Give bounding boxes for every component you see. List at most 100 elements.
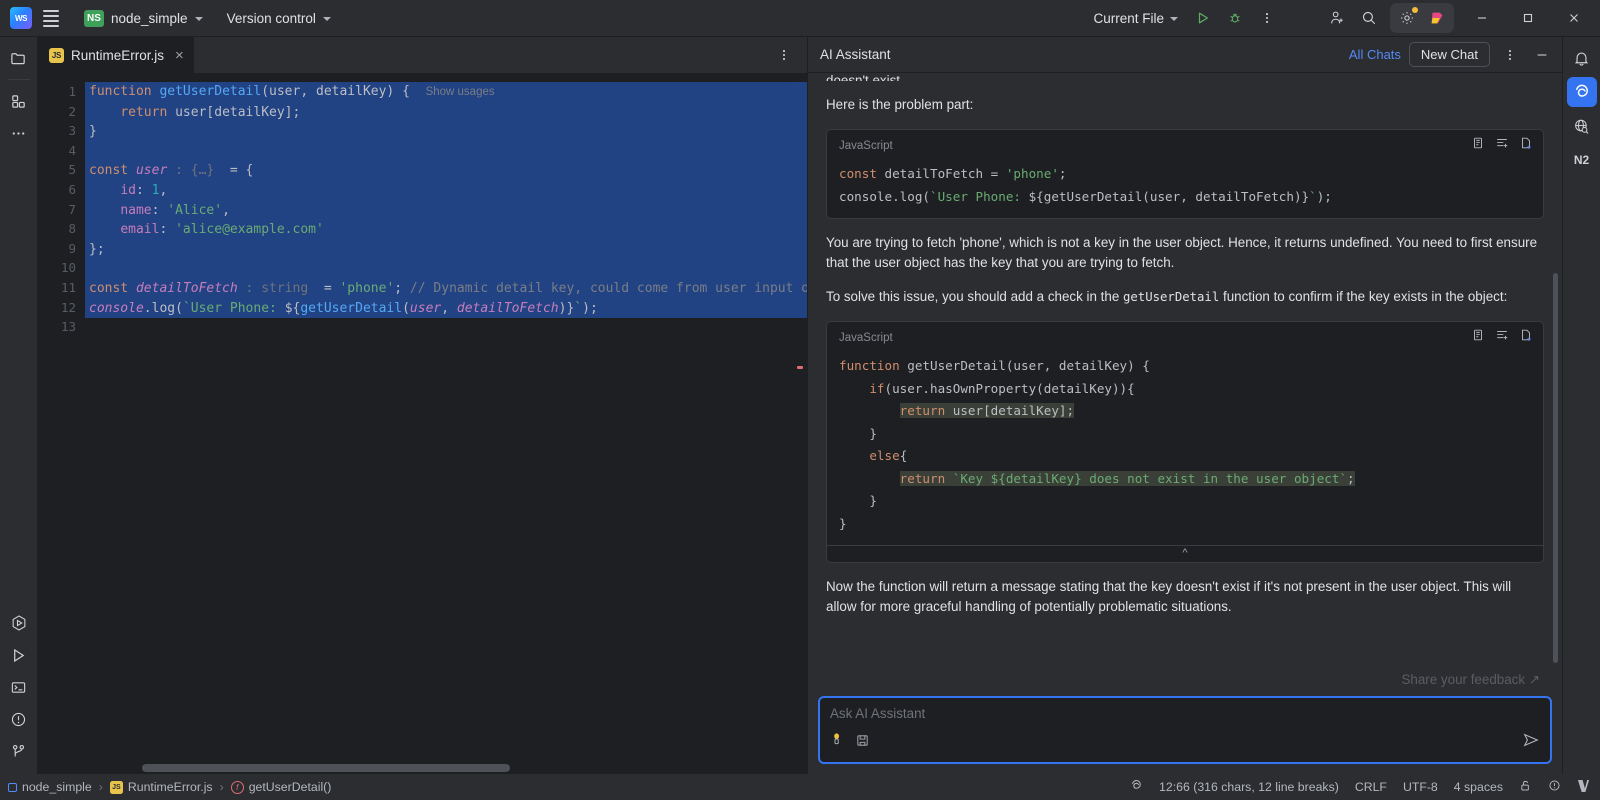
more-vertical-icon[interactable] <box>1252 3 1282 33</box>
indent-setting[interactable]: 4 spaces <box>1454 780 1503 794</box>
search-icon[interactable] <box>1354 3 1384 33</box>
file-encoding[interactable]: UTF-8 <box>1403 780 1438 794</box>
new-file-icon[interactable] <box>1519 328 1533 347</box>
terminal-icon[interactable] <box>4 672 34 702</box>
line-number-gutter: 1 2 3 4 5 6 7 8 9 10 11 12 13 <box>37 73 85 760</box>
error-stripe-mark[interactable] <box>797 366 803 369</box>
close-icon[interactable] <box>1552 0 1596 37</box>
all-chats-link[interactable]: All Chats <box>1349 47 1401 62</box>
code-line-2: return user[detailKey]; <box>85 103 807 123</box>
token-function: getUserDetail <box>300 301 402 316</box>
divider <box>8 79 30 80</box>
token-plain: ); <box>582 301 598 316</box>
save-prompt-icon[interactable] <box>855 733 870 753</box>
title-bar: WS NS node_simple Version control Curren… <box>0 0 1600 37</box>
code-block-line: function getUserDetail(user, detailKey) … <box>839 355 1531 378</box>
token-string: 'alice@example.com' <box>175 222 324 237</box>
jetbrains-logo-icon[interactable]: WS <box>6 3 36 33</box>
code-block-line: } <box>839 490 1531 513</box>
gear-icon[interactable] <box>1392 3 1422 33</box>
more-tools-icon[interactable] <box>4 118 34 148</box>
status-bar: node_simple › JS RuntimeError.js › f get… <box>0 774 1600 800</box>
token-variable: console <box>89 301 144 316</box>
js-file-icon: JS <box>49 48 64 63</box>
n2-plugin-icon[interactable]: N2 <box>1567 145 1597 175</box>
ai-panel-scrollbar[interactable] <box>1553 273 1558 663</box>
run-tool-icon[interactable] <box>4 640 34 670</box>
ai-conversation[interactable]: doesn't exist. Here is the problem part:… <box>808 73 1562 666</box>
hamburger-menu-icon[interactable] <box>36 3 66 33</box>
ai-assistant-icon[interactable] <box>1422 3 1452 33</box>
vim-icon[interactable] <box>1577 779 1590 796</box>
attach-context-icon[interactable] <box>830 732 847 754</box>
ai-prompt-input[interactable]: Ask AI Assistant <box>818 696 1552 764</box>
line-number: 1 <box>37 82 85 102</box>
token-function: getUserDetail <box>159 84 261 99</box>
line-number: 7 <box>37 200 85 220</box>
line-number: 5 <box>37 160 85 180</box>
share-feedback-link[interactable]: Share your feedback ↗ <box>826 666 1544 688</box>
tab-label: RuntimeError.js <box>71 48 164 63</box>
run-configuration-selector[interactable]: Current File <box>1085 8 1186 29</box>
send-icon[interactable] <box>1522 731 1540 754</box>
ai-assistant-icon[interactable] <box>1567 77 1597 107</box>
token-property: name <box>120 203 151 218</box>
minimize-icon[interactable] <box>1460 0 1504 37</box>
token-comment: // Dynamic detail key, could come from u… <box>402 281 807 296</box>
minimize-icon[interactable] <box>1530 43 1554 67</box>
breadcrumb-project[interactable]: node_simple <box>22 780 92 794</box>
token-plain: user[detailKey]; <box>167 105 300 120</box>
line-number: 4 <box>37 141 85 161</box>
structure-icon[interactable] <box>4 86 34 116</box>
more-vertical-icon[interactable] <box>1498 43 1522 67</box>
editor-horizontal-scrollbar[interactable] <box>85 764 793 772</box>
run-anything-icon[interactable] <box>4 608 34 638</box>
breadcrumb-function[interactable]: getUserDetail() <box>249 780 332 794</box>
caret-position[interactable]: 12:66 (316 chars, 12 line breaks) <box>1159 780 1339 794</box>
project-icon[interactable] <box>4 43 34 73</box>
close-icon[interactable]: × <box>175 48 184 63</box>
project-selector[interactable]: NS node_simple <box>76 7 211 30</box>
debug-icon[interactable] <box>1220 3 1250 33</box>
inspection-icon[interactable] <box>1548 779 1561 795</box>
editor-tab-runtimeerror[interactable]: JS RuntimeError.js × <box>37 37 194 73</box>
token-keyword: return <box>120 105 167 120</box>
ai-input-toolbar <box>830 731 1540 754</box>
ide-window: WS NS node_simple Version control Curren… <box>0 0 1600 800</box>
project-square-icon <box>8 783 17 792</box>
line-number: 10 <box>37 258 85 278</box>
notifications-icon[interactable] <box>1567 43 1597 73</box>
copy-to-file-icon[interactable] <box>1471 136 1485 155</box>
version-control-icon[interactable] <box>4 736 34 766</box>
insert-at-caret-icon[interactable] <box>1495 136 1509 155</box>
web-search-icon[interactable] <box>1567 111 1597 141</box>
js-file-icon: JS <box>110 781 123 794</box>
line-separator[interactable]: CRLF <box>1355 780 1387 794</box>
chevron-up-icon[interactable]: ^ <box>827 545 1543 562</box>
maximize-icon[interactable] <box>1506 0 1550 37</box>
ai-paragraph-3-suffix: function to confirm if the key exists in… <box>1219 289 1507 304</box>
code-line-4 <box>85 142 807 162</box>
code-line-9: }; <box>85 240 807 260</box>
insert-at-caret-icon[interactable] <box>1495 328 1509 347</box>
version-control-widget[interactable]: Version control <box>219 8 339 29</box>
ide-swirl-icon[interactable] <box>1129 779 1143 796</box>
token-plain: ; <box>1059 166 1067 181</box>
inlay-hint-show-usages[interactable]: Show usages <box>426 86 495 98</box>
problems-icon[interactable] <box>4 704 34 734</box>
scrollbar-thumb[interactable] <box>142 764 510 772</box>
breadcrumb-file[interactable]: RuntimeError.js <box>128 780 213 794</box>
token-plain: ${getUserDetail(user, detailToFetch)} <box>1029 189 1310 204</box>
new-file-icon[interactable] <box>1519 136 1533 155</box>
code-editor[interactable]: 1 2 3 4 5 6 7 8 9 10 11 12 13 <box>37 73 807 774</box>
token-type-hint: : {…} <box>167 163 222 178</box>
copy-to-file-icon[interactable] <box>1471 328 1485 347</box>
code-text[interactable]: function getUserDetail(user, detailKey) … <box>85 73 807 760</box>
more-vertical-icon[interactable] <box>769 40 799 70</box>
add-user-icon[interactable] <box>1322 3 1352 33</box>
token-template: ` <box>1309 189 1317 204</box>
new-chat-button[interactable]: New Chat <box>1409 42 1490 67</box>
run-icon[interactable] <box>1188 3 1218 33</box>
code-line-12: console.log(`User Phone: ${getUserDetail… <box>85 299 807 319</box>
unlocked-icon[interactable] <box>1519 779 1532 795</box>
